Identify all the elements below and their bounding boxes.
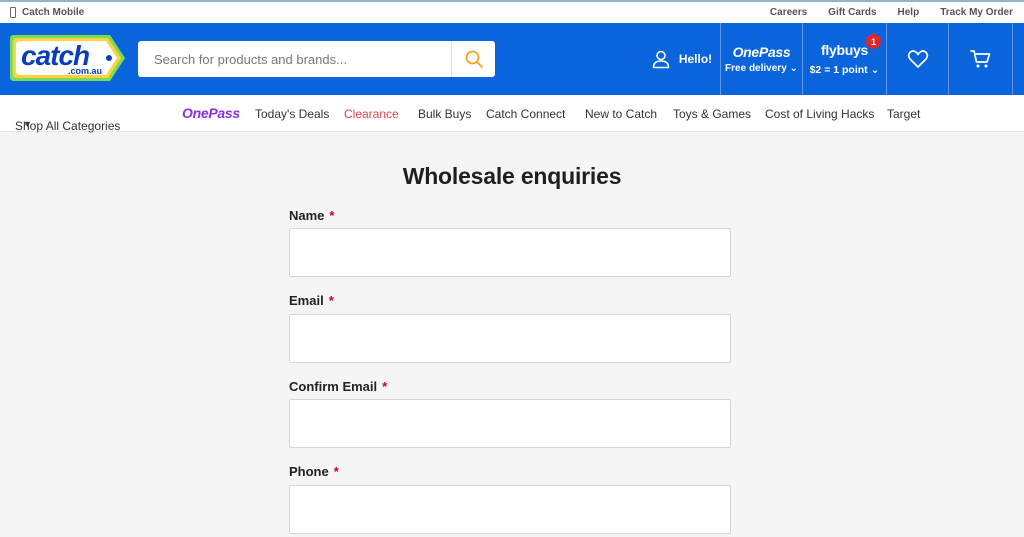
confirm-email-field[interactable]: [289, 399, 731, 448]
user-icon: [652, 50, 670, 69]
nav-onepass[interactable]: OnePass: [182, 105, 240, 121]
catch-mobile-link[interactable]: Catch Mobile: [10, 7, 84, 18]
header-divider: [1012, 23, 1013, 95]
cart-button[interactable]: [948, 23, 1012, 95]
email-label: Email *: [289, 293, 334, 308]
chevron-down-icon: ⌄: [789, 63, 798, 74]
phone-label: Phone *: [289, 464, 339, 479]
flybuys-badge: 1: [866, 34, 881, 49]
account-button[interactable]: Hello!: [643, 23, 720, 95]
nav-toys-games[interactable]: Toys & Games: [673, 107, 751, 121]
catch-logo[interactable]: catch .com.au: [8, 31, 128, 85]
required-mark: *: [329, 208, 335, 223]
nav-bulk-buys[interactable]: Bulk Buys: [418, 107, 471, 121]
nav-cost-of-living-hacks[interactable]: Cost of Living Hacks: [765, 107, 874, 121]
search-bar: Search for products and brands...: [138, 41, 495, 77]
chevron-down-icon: ⌄: [870, 64, 880, 76]
name-label: Name *: [289, 208, 335, 223]
chevron-down-icon: ▼: [23, 119, 32, 129]
nav-catch-connect[interactable]: Catch Connect: [486, 107, 565, 121]
nav-todays-deals[interactable]: Today's Deals: [255, 107, 329, 121]
utility-links: Careers Gift Cards Help Track My Order: [749, 7, 1024, 18]
onepass-brand: OnePass: [732, 44, 791, 60]
wishlist-button[interactable]: [886, 23, 948, 95]
nav-new-to-catch[interactable]: New to Catch: [585, 107, 657, 121]
logo-domain: .com.au: [68, 66, 103, 76]
gift-cards-link[interactable]: Gift Cards: [828, 7, 876, 18]
help-link[interactable]: Help: [898, 7, 920, 18]
catch-mobile-label: Catch Mobile: [22, 7, 85, 18]
category-nav: Shop All Categories ▼ OnePass Today's Dea…: [0, 95, 1024, 133]
onepass-sub: Free delivery ⌄: [725, 63, 798, 74]
cart-icon: [969, 50, 990, 68]
onepass-button[interactable]: OnePass Free delivery ⌄: [720, 23, 802, 95]
required-mark: *: [333, 464, 339, 479]
flybuys-brand: flybuys: [821, 42, 868, 58]
phone-field[interactable]: [289, 485, 731, 534]
required-mark: *: [382, 379, 388, 394]
name-field[interactable]: [289, 228, 731, 277]
search-input[interactable]: Search for products and brands...: [138, 52, 451, 67]
mobile-phone-icon: [10, 7, 16, 18]
careers-link[interactable]: Careers: [770, 7, 807, 18]
heart-icon: [907, 50, 928, 68]
page-title: Wholesale enquiries: [402, 163, 622, 189]
utility-bar: Catch Mobile Careers Gift Cards Help Tra…: [0, 0, 1024, 23]
main-header: catch .com.au Search for products and br…: [0, 23, 1024, 95]
track-my-order-link[interactable]: Track My Order: [940, 7, 1013, 18]
nav-clearance[interactable]: Clearance: [344, 107, 399, 121]
flybuys-button[interactable]: flybuys $2 = 1 point ⌄ 1: [802, 23, 886, 95]
search-icon: [465, 50, 483, 68]
flybuys-sub: $2 = 1 point ⌄: [809, 64, 880, 76]
hello-label: Hello!: [678, 52, 713, 66]
confirm-email-label: Confirm Email *: [289, 379, 388, 394]
search-button[interactable]: [451, 41, 495, 77]
required-mark: *: [328, 293, 334, 308]
email-field[interactable]: [289, 314, 731, 363]
nav-target[interactable]: Target: [887, 107, 920, 121]
